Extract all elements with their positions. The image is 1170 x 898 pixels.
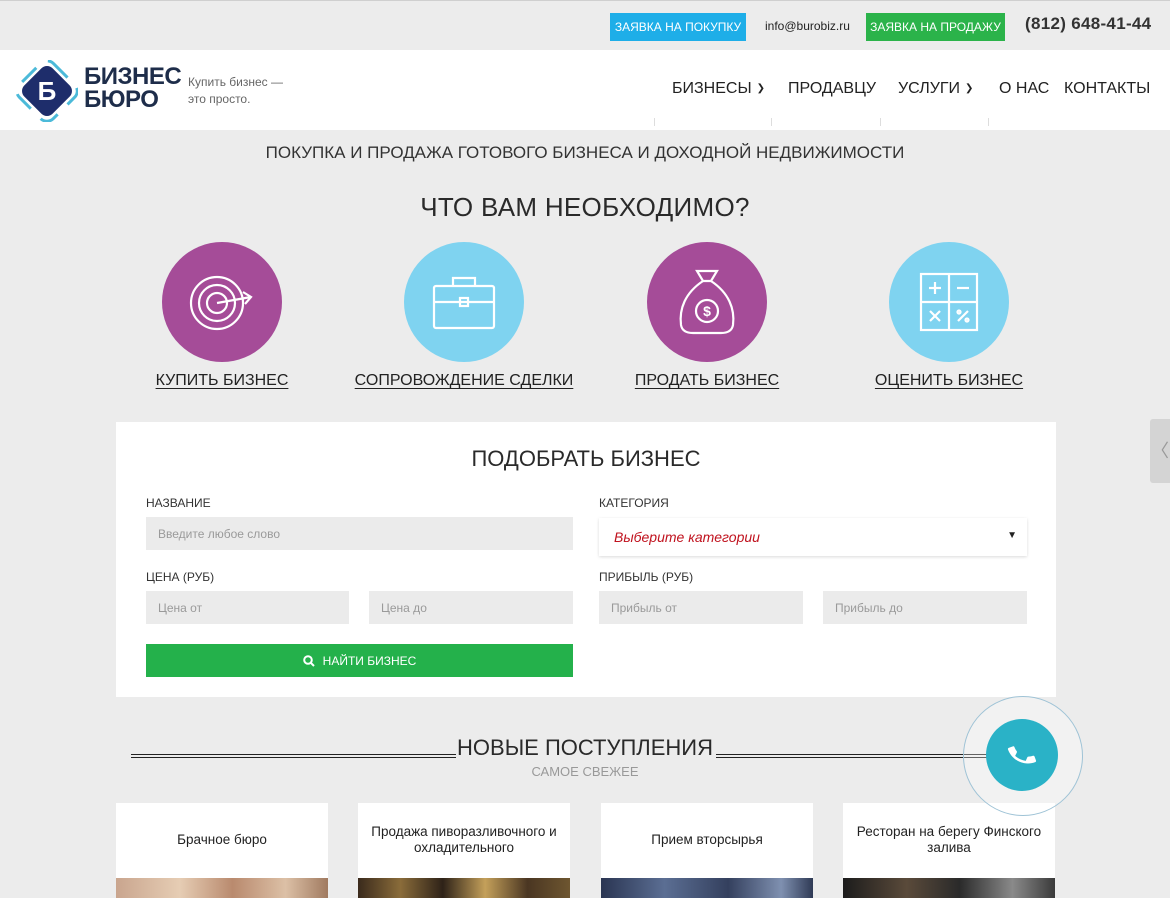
price-label: ЦЕНА (РУБ) — [146, 570, 215, 584]
section-heading: ЧТО ВАМ НЕОБХОДИМО? — [420, 192, 750, 222]
service-sell-business[interactable]: $ ПРОДАТЬ БИЗНЕС — [587, 242, 827, 390]
find-business-label: НАЙТИ БИЗНЕС — [322, 653, 417, 668]
nav-label: О НАС — [999, 80, 1050, 97]
nav-label: БИЗНЕСЫ — [672, 80, 752, 97]
nav-item-contacts[interactable]: КОНТАКТЫ — [1064, 80, 1150, 98]
email-link[interactable]: info@burobiz.ru — [765, 19, 850, 33]
phone-icon — [1007, 746, 1037, 764]
nav-divider — [880, 118, 881, 126]
price-to-input[interactable] — [369, 591, 573, 624]
name-label: НАЗВАНИЕ — [146, 496, 211, 510]
price-from-input[interactable] — [146, 591, 349, 624]
nav-divider — [988, 118, 989, 126]
brand-line-1: БИЗНЕС — [84, 63, 182, 90]
service-deal-support[interactable]: СОПРОВОЖДЕНИЕ СДЕЛКИ — [344, 242, 584, 390]
search-icon — [302, 654, 315, 667]
nav-item-about[interactable]: О НАС — [999, 80, 1049, 98]
chevron-left-icon: 〈 — [1151, 441, 1169, 461]
site-header: Б БИЗНЕС БЮРО Купить бизнес — это просто… — [0, 50, 1170, 130]
top-bar: ЗАЯВКА НА ПОКУПКУ info@burobiz.ru ЗАЯВКА… — [0, 0, 1170, 50]
name-search-input[interactable] — [146, 517, 573, 550]
nav-item-seller[interactable]: ПРОДАВЦУ — [788, 80, 876, 98]
service-label[interactable]: ОЦЕНИТЬ БИЗНЕС — [875, 372, 1023, 390]
listing-title[interactable]: Ресторан на берегу Финского залива — [851, 824, 1047, 856]
phone-number[interactable]: (812) 648-41-44 — [1025, 14, 1151, 34]
nav-item-businesses[interactable]: БИЗНЕСЫ ❯ — [672, 80, 765, 98]
find-business-button[interactable]: НАЙТИ БИЗНЕС — [146, 644, 573, 677]
service-evaluate-business[interactable]: ОЦЕНИТЬ БИЗНЕС — [829, 242, 1069, 390]
chevron-down-icon: ❯ — [965, 83, 974, 94]
business-filter-card: ПОДОБРАТЬ БИЗНЕС НАЗВАНИЕ КАТЕГОРИЯ Выбе… — [116, 422, 1056, 697]
category-label: КАТЕГОРИЯ — [599, 496, 669, 510]
sell-request-button[interactable]: ЗАЯВКА НА ПРОДАЖУ — [866, 13, 1005, 41]
category-select[interactable]: Выберите категории ▼ — [599, 518, 1027, 556]
service-label[interactable]: ПРОДАТЬ БИЗНЕС — [635, 372, 779, 390]
nav-divider — [771, 118, 772, 126]
caret-down-icon: ▼ — [1007, 530, 1017, 541]
nav-label: ПРОДАВЦУ — [788, 80, 877, 97]
nav-divider — [654, 118, 655, 126]
nav-label: КОНТАКТЫ — [1064, 80, 1151, 97]
brand-line-2: БЮРО — [84, 86, 159, 113]
listing-photo[interactable] — [601, 878, 813, 898]
tagline-line-1: Купить бизнес — — [188, 75, 283, 89]
listing-photo[interactable] — [116, 878, 328, 898]
chevron-down-icon: ❯ — [756, 83, 765, 94]
listing-card[interactable]: Прием вторсырья — [601, 803, 813, 898]
nav-label: УСЛУГИ — [898, 80, 961, 97]
service-circle[interactable] — [889, 242, 1009, 362]
callback-button[interactable] — [986, 719, 1058, 791]
listing-title[interactable]: Прием вторсырья — [609, 832, 805, 848]
listing-title[interactable]: Продажа пиворазливочного и охладительног… — [366, 824, 562, 856]
service-buy-business[interactable]: КУПИТЬ БИЗНЕС — [102, 242, 342, 390]
service-label[interactable]: СОПРОВОЖДЕНИЕ СДЕЛКИ — [355, 372, 574, 390]
calculator-icon — [919, 272, 979, 332]
listing-photo[interactable] — [358, 878, 570, 898]
briefcase-icon — [432, 276, 496, 330]
service-circle[interactable]: $ — [647, 242, 767, 362]
profit-to-input[interactable] — [823, 591, 1027, 624]
listing-card[interactable]: Продажа пиворазливочного и охладительног… — [358, 803, 570, 898]
nav-item-services[interactable]: УСЛУГИ ❯ — [898, 80, 973, 98]
svg-text:Б: Б — [38, 76, 57, 106]
service-circle[interactable] — [404, 242, 524, 362]
brand-name[interactable]: БИЗНЕС БЮРО — [84, 63, 182, 113]
listing-card[interactable]: Ресторан на берегу Финского залива — [843, 803, 1055, 898]
buy-request-button[interactable]: ЗАЯВКА НА ПОКУПКУ — [610, 13, 746, 41]
listing-title[interactable]: Брачное бюро — [124, 832, 320, 848]
tagline-line-2: это просто. — [188, 92, 251, 106]
filter-title: ПОДОБРАТЬ БИЗНЕС — [471, 446, 701, 471]
page-subtitle: ПОКУПКА И ПРОДАЖА ГОТОВОГО БИЗНЕСА И ДОХ… — [265, 143, 905, 162]
listing-card[interactable]: Брачное бюро — [116, 803, 328, 898]
listing-photo[interactable] — [843, 878, 1055, 898]
side-panel-tab[interactable]: 〈 — [1150, 419, 1170, 483]
service-circle[interactable] — [162, 242, 282, 362]
category-select-value: Выберите категории — [614, 529, 760, 545]
svg-text:$: $ — [703, 303, 711, 319]
target-icon — [189, 275, 253, 331]
profit-from-input[interactable] — [599, 591, 803, 624]
tagline: Купить бизнес — это просто. — [188, 74, 298, 108]
money-bag-icon: $ — [679, 269, 735, 335]
service-label[interactable]: КУПИТЬ БИЗНЕС — [156, 372, 289, 390]
profit-label: ПРИБЫЛЬ (РУБ) — [599, 570, 694, 584]
logo-icon[interactable]: Б — [16, 60, 78, 122]
